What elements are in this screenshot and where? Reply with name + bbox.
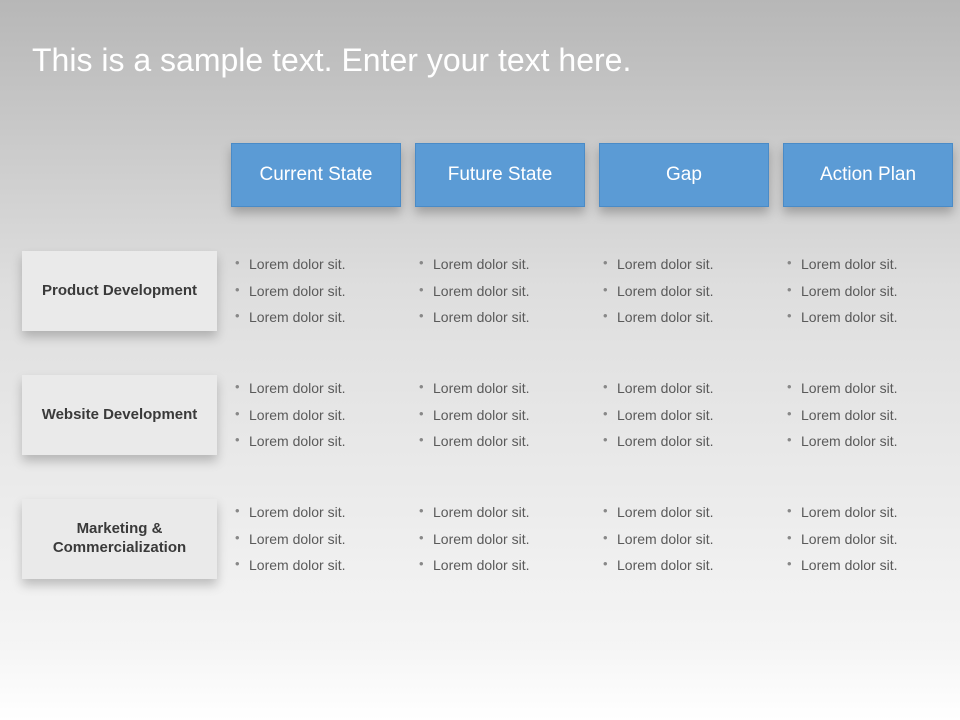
column-header-current-state: Current State (231, 143, 401, 207)
cell: Lorem dolor sit. Lorem dolor sit. Lorem … (415, 375, 585, 455)
bullet: Lorem dolor sit. (603, 402, 769, 429)
cell: Lorem dolor sit. Lorem dolor sit. Lorem … (599, 251, 769, 331)
bullet: Lorem dolor sit. (235, 278, 401, 305)
bullet: Lorem dolor sit. (603, 304, 769, 331)
slide-title[interactable]: This is a sample text. Enter your text h… (32, 42, 928, 79)
cell: Lorem dolor sit. Lorem dolor sit. Lorem … (783, 499, 953, 579)
column-header-gap: Gap (599, 143, 769, 207)
bullet: Lorem dolor sit. (235, 402, 401, 429)
bullet: Lorem dolor sit. (603, 552, 769, 579)
bullet: Lorem dolor sit. (419, 402, 585, 429)
cell: Lorem dolor sit. Lorem dolor sit. Lorem … (783, 251, 953, 331)
slide-canvas: This is a sample text. Enter your text h… (0, 0, 960, 720)
bullet: Lorem dolor sit. (603, 278, 769, 305)
cell: Lorem dolor sit. Lorem dolor sit. Lorem … (231, 499, 401, 579)
bullet: Lorem dolor sit. (419, 278, 585, 305)
bullet: Lorem dolor sit. (787, 375, 953, 402)
bullet: Lorem dolor sit. (603, 428, 769, 455)
cell: Lorem dolor sit. Lorem dolor sit. Lorem … (231, 375, 401, 455)
bullet: Lorem dolor sit. (419, 251, 585, 278)
bullet: Lorem dolor sit. (787, 428, 953, 455)
bullet: Lorem dolor sit. (235, 526, 401, 553)
bullet: Lorem dolor sit. (235, 375, 401, 402)
bullet: Lorem dolor sit. (235, 499, 401, 526)
row-header-marketing-commercialization: Marketing & Commercialization (22, 499, 217, 579)
bullet: Lorem dolor sit. (419, 375, 585, 402)
row-header-website-development: Website Development (22, 375, 217, 455)
cell: Lorem dolor sit. Lorem dolor sit. Lorem … (231, 251, 401, 331)
bullet: Lorem dolor sit. (787, 526, 953, 553)
bullet: Lorem dolor sit. (419, 428, 585, 455)
cell: Lorem dolor sit. Lorem dolor sit. Lorem … (415, 499, 585, 579)
bullet: Lorem dolor sit. (235, 251, 401, 278)
bullet: Lorem dolor sit. (787, 499, 953, 526)
bullet: Lorem dolor sit. (603, 526, 769, 553)
bullet: Lorem dolor sit. (235, 428, 401, 455)
cell: Lorem dolor sit. Lorem dolor sit. Lorem … (415, 251, 585, 331)
matrix-grid: Current State Future State Gap Action Pl… (22, 143, 928, 579)
bullet: Lorem dolor sit. (787, 304, 953, 331)
bullet: Lorem dolor sit. (787, 552, 953, 579)
bullet: Lorem dolor sit. (787, 402, 953, 429)
column-header-future-state: Future State (415, 143, 585, 207)
bullet: Lorem dolor sit. (787, 251, 953, 278)
cell: Lorem dolor sit. Lorem dolor sit. Lorem … (599, 375, 769, 455)
bullet: Lorem dolor sit. (787, 278, 953, 305)
bullet: Lorem dolor sit. (235, 552, 401, 579)
column-header-action-plan: Action Plan (783, 143, 953, 207)
cell: Lorem dolor sit. Lorem dolor sit. Lorem … (599, 499, 769, 579)
row-header-product-development: Product Development (22, 251, 217, 331)
bullet: Lorem dolor sit. (603, 499, 769, 526)
bullet: Lorem dolor sit. (419, 526, 585, 553)
bullet: Lorem dolor sit. (419, 552, 585, 579)
cell: Lorem dolor sit. Lorem dolor sit. Lorem … (783, 375, 953, 455)
bullet: Lorem dolor sit. (603, 251, 769, 278)
bullet: Lorem dolor sit. (603, 375, 769, 402)
bullet: Lorem dolor sit. (419, 304, 585, 331)
bullet: Lorem dolor sit. (235, 304, 401, 331)
bullet: Lorem dolor sit. (419, 499, 585, 526)
